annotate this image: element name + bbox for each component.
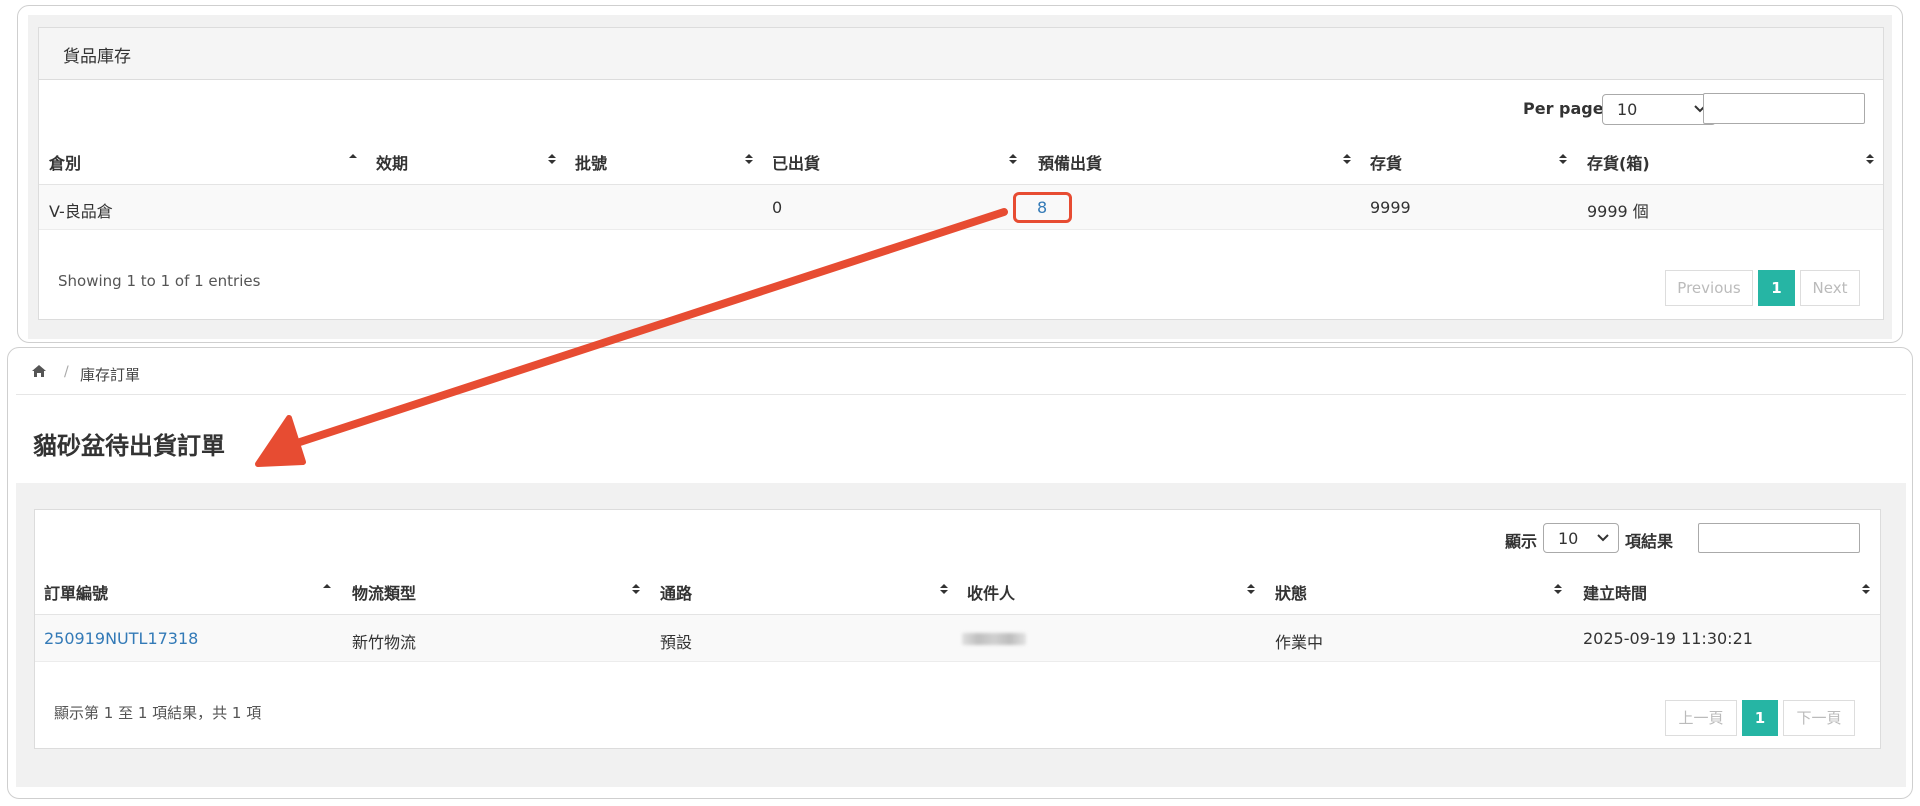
cell-order-number-link[interactable]: 250919NUTL17318 — [44, 629, 198, 648]
next-button[interactable]: Next — [1800, 270, 1860, 306]
orders-page-1-button[interactable]: 1 — [1742, 700, 1778, 736]
inventory-table-info: Showing 1 to 1 of 1 entries — [58, 272, 261, 290]
cell-warehouse: V-良品倉 — [49, 202, 113, 221]
orders-per-page-value: 10 — [1558, 529, 1579, 548]
sort-icon[interactable] — [1558, 152, 1568, 166]
col-stock[interactable]: 存貨 — [1370, 150, 1402, 174]
sort-icon[interactable] — [744, 152, 754, 166]
sort-icon[interactable] — [1342, 152, 1352, 166]
cell-channel: 預設 — [660, 633, 693, 652]
sort-icon[interactable] — [939, 582, 949, 596]
orders-previous-button[interactable]: 上一頁 — [1665, 700, 1737, 736]
col-order-number[interactable]: 訂單編號 — [44, 580, 108, 604]
col-logistics-type[interactable]: 物流類型 — [352, 580, 416, 604]
orders-search-input[interactable] — [1698, 523, 1860, 553]
sort-asc-icon[interactable] — [322, 582, 332, 596]
cell-stock-box: 9999 個 — [1587, 202, 1649, 221]
col-warehouse[interactable]: 倉別 — [49, 150, 81, 174]
highlight-box — [1013, 192, 1072, 223]
sort-icon[interactable] — [631, 582, 641, 596]
orders-per-page-select[interactable]: 10 — [1543, 523, 1619, 553]
col-shipped[interactable]: 已出貨 — [772, 150, 820, 174]
orders-table-info: 顯示第 1 至 1 項結果，共 1 項 — [54, 704, 262, 722]
per-page-value: 10 — [1617, 100, 1638, 119]
sort-icon[interactable] — [1008, 152, 1018, 166]
inventory-search-input[interactable] — [1703, 93, 1865, 124]
col-batch[interactable]: 批號 — [575, 150, 607, 174]
sort-icon[interactable] — [1861, 582, 1871, 596]
breadcrumb-current: 庫存訂單 — [80, 366, 141, 384]
previous-button[interactable]: Previous — [1665, 270, 1753, 306]
col-pending-ship[interactable]: 預備出貨 — [1038, 150, 1102, 174]
sort-icon[interactable] — [1865, 152, 1875, 166]
cell-status: 作業中 — [1275, 633, 1324, 652]
show-label: 顯示 — [1505, 532, 1538, 551]
col-recipient[interactable]: 收件人 — [967, 580, 1015, 604]
orders-next-button[interactable]: 下一頁 — [1783, 700, 1855, 736]
col-stock-box[interactable]: 存貨(箱) — [1587, 150, 1650, 174]
chevron-down-icon — [1597, 534, 1609, 542]
breadcrumb-separator: / — [64, 364, 69, 380]
sort-asc-icon[interactable] — [348, 152, 358, 166]
col-created-time[interactable]: 建立時間 — [1583, 580, 1647, 604]
home-icon[interactable] — [31, 364, 47, 378]
page-1-button[interactable]: 1 — [1758, 270, 1795, 306]
sort-icon[interactable] — [1246, 582, 1256, 596]
results-label: 項結果 — [1625, 532, 1674, 551]
per-page-select[interactable]: 10 — [1602, 94, 1716, 125]
col-status[interactable]: 狀態 — [1275, 580, 1307, 604]
sort-icon[interactable] — [547, 152, 557, 166]
col-channel[interactable]: 通路 — [660, 580, 692, 604]
cell-shipped: 0 — [772, 198, 783, 217]
recipient-redacted — [962, 633, 1026, 645]
inventory-panel-title: 貨品庫存 — [39, 28, 1883, 80]
cell-created-time: 2025-09-19 11:30:21 — [1583, 629, 1753, 648]
breadcrumb-divider — [16, 394, 1906, 395]
sort-icon[interactable] — [1553, 582, 1563, 596]
col-expiry[interactable]: 效期 — [376, 150, 408, 174]
page-title: 貓砂盆待出貨訂單 — [33, 432, 225, 460]
cell-logistics-type: 新竹物流 — [352, 633, 417, 652]
cell-stock: 9999 — [1370, 198, 1411, 217]
per-page-label: Per page: — [1523, 99, 1610, 118]
